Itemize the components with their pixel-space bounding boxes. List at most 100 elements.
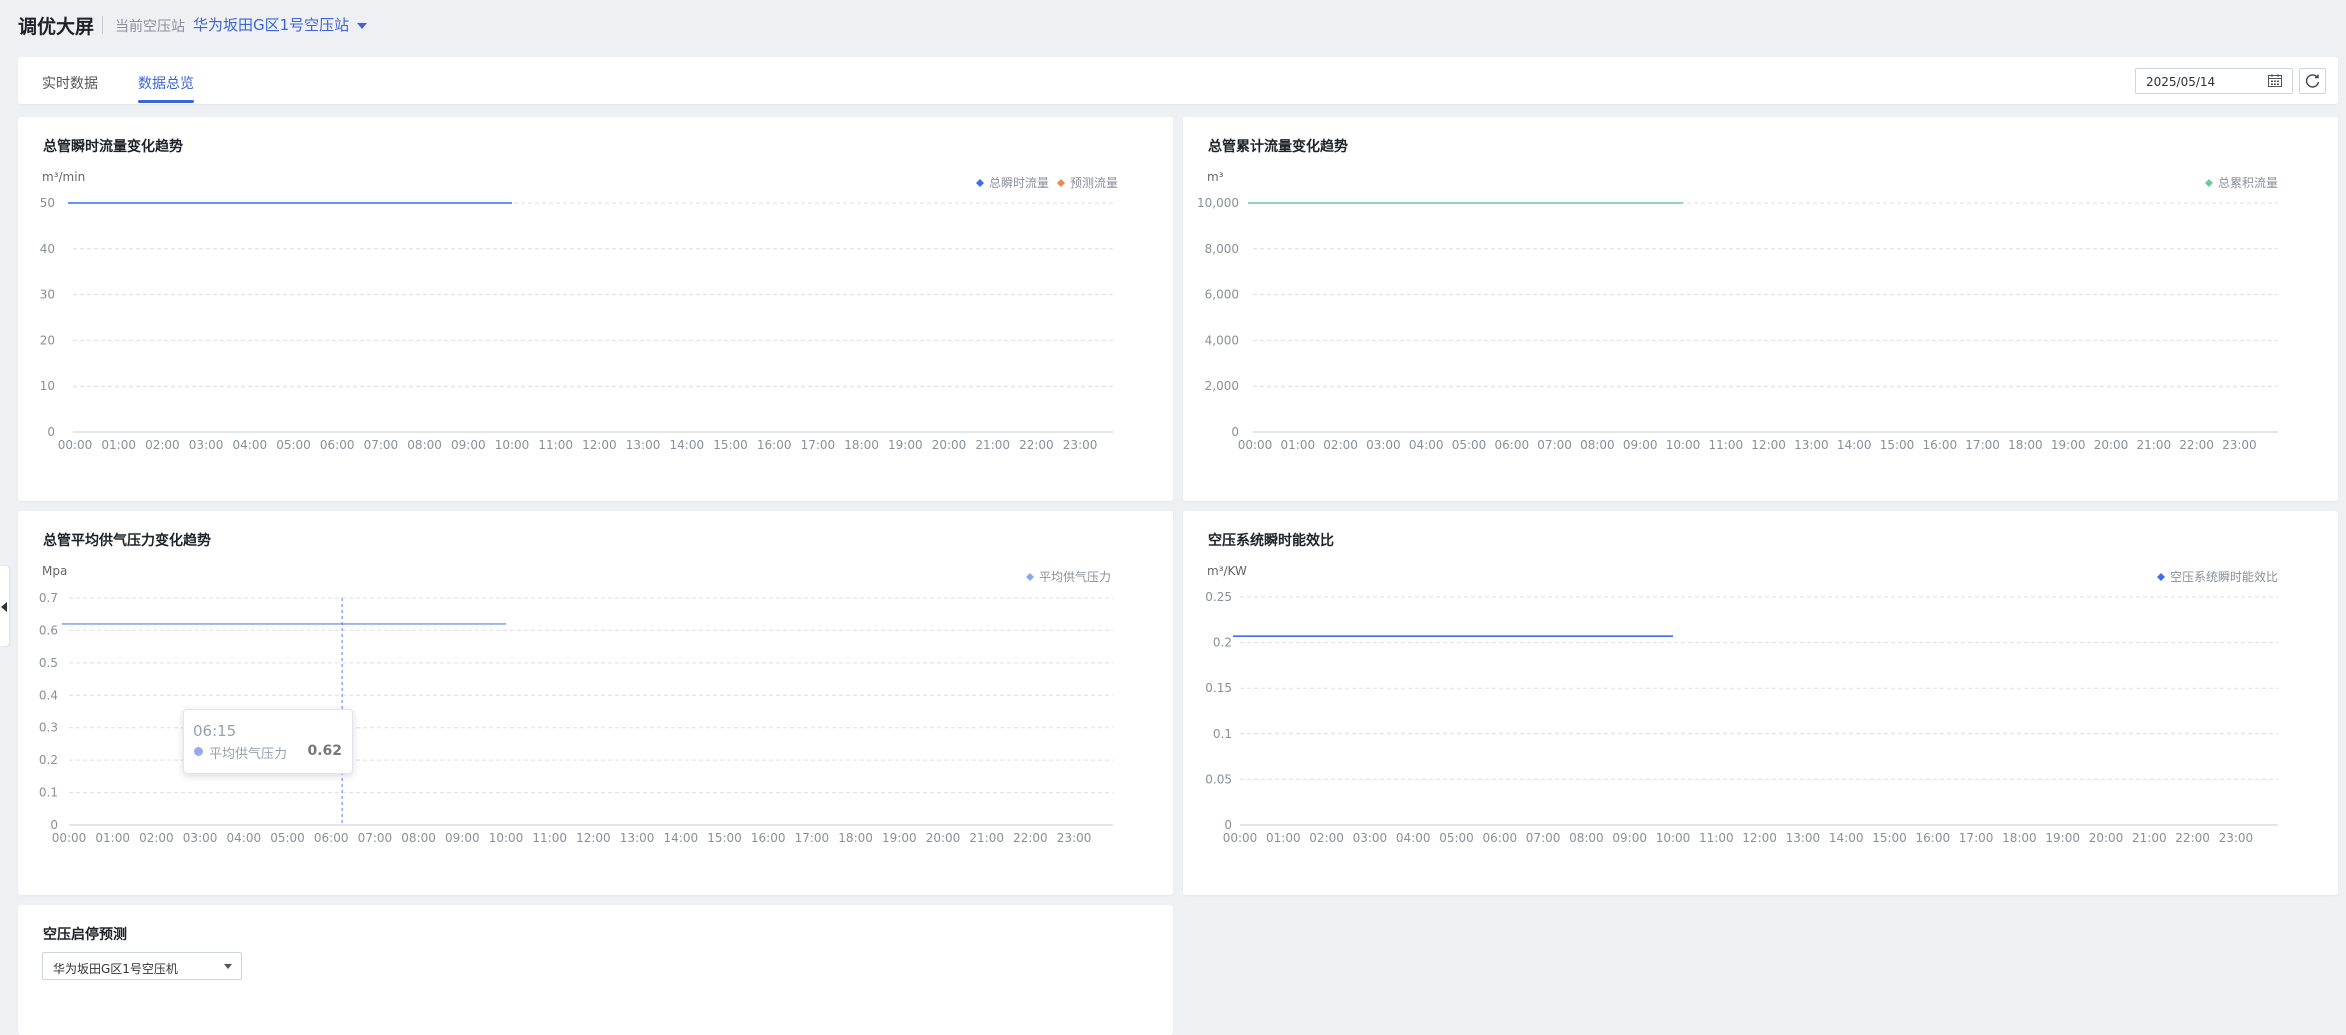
- station-label: 当前空压站: [115, 19, 185, 35]
- x-tick-label: 16:00: [1916, 831, 1951, 845]
- x-tick-label: 13:00: [620, 831, 655, 845]
- y-tick-label: 8,000: [1205, 242, 1239, 256]
- refresh-button[interactable]: [2299, 68, 2326, 94]
- x-tick-label: 05:00: [1452, 438, 1487, 452]
- legend-label: 总瞬时流量: [989, 176, 1049, 190]
- legend-marker-icon: [976, 179, 984, 187]
- y-tick-label: 0.2: [1213, 636, 1232, 650]
- tab-overview[interactable]: 数据总览: [138, 73, 194, 93]
- x-tick-label: 15:00: [713, 438, 748, 452]
- y-tick-label: 0.1: [1213, 727, 1232, 741]
- x-tick-label: 14:00: [670, 438, 705, 452]
- x-tick-label: 10:00: [1666, 438, 1701, 452]
- x-tick-label: 23:00: [2219, 831, 2254, 845]
- active-tab-indicator: [138, 100, 194, 103]
- y-tick-label: 4,000: [1205, 333, 1239, 347]
- y-axis-unit: m³: [1207, 170, 1224, 184]
- x-tick-label: 06:00: [314, 831, 349, 845]
- y-tick-label: 0: [1231, 425, 1239, 439]
- x-tick-label: 02:00: [1309, 831, 1344, 845]
- x-tick-label: 06:00: [1483, 831, 1518, 845]
- x-tick-label: 08:00: [1569, 831, 1604, 845]
- x-tick-label: 19:00: [2051, 438, 2086, 452]
- x-tick-label: 18:00: [2002, 831, 2037, 845]
- chart-card-pressure: 总管平均供气压力变化趋势 Mpa 0 0.1 0.2 0.3 0.4 0.5 0.6 0.7 00…: [18, 511, 1173, 895]
- y-tick-label: 2,000: [1205, 379, 1239, 393]
- y-axis-unit: m³/KW: [1207, 564, 1247, 578]
- x-tick-label: 08:00: [401, 831, 436, 845]
- chart-card-flow: 总管瞬时流量变化趋势 m³/min 0 10 20 30 40 50 00:00 01:00 02…: [18, 117, 1173, 501]
- legend-label: 平均供气压力: [1039, 569, 1111, 584]
- station-select[interactable]: 华为坂田G区1号空压站: [193, 14, 368, 35]
- title-divider: [102, 16, 103, 34]
- y-tick-label: 10,000: [1197, 196, 1239, 210]
- x-tick-label: 22:00: [2175, 831, 2210, 845]
- x-tick-label: 18:00: [844, 438, 879, 452]
- compressor-select-value: 华为坂田G区1号空压机: [53, 962, 178, 976]
- x-tick-label: 05:00: [270, 831, 305, 845]
- chevron-left-icon: [1, 602, 7, 612]
- compressor-select[interactable]: 华为坂田G区1号空压机: [42, 952, 242, 980]
- x-tick-label: 11:00: [538, 438, 573, 452]
- x-tick-label: 15:00: [1872, 831, 1907, 845]
- sidebar-collapse-handle[interactable]: [0, 566, 9, 646]
- x-tick-label: 04:00: [1396, 831, 1431, 845]
- y-tick-label: 0: [1224, 818, 1232, 832]
- x-tick-label: 19:00: [882, 831, 917, 845]
- x-tick-label: 01:00: [1266, 831, 1301, 845]
- y-tick-label: 6,000: [1205, 288, 1239, 302]
- y-tick-label: 0.2: [39, 753, 58, 767]
- x-tick-label: 11:00: [1709, 438, 1744, 452]
- y-tick-label: 50: [40, 196, 55, 210]
- y-tick-label: 0.05: [1205, 772, 1232, 786]
- x-tick-label: 03:00: [1353, 831, 1388, 845]
- x-tick-label: 19:00: [2045, 831, 2080, 845]
- app-title: 调优大屏: [18, 16, 95, 38]
- chart-tooltip: 06:15 平均供气压力 0.62: [183, 709, 353, 774]
- x-tick-label: 01:00: [95, 831, 130, 845]
- legend-marker-icon: [1057, 179, 1065, 187]
- x-tick-label: 06:00: [1495, 438, 1530, 452]
- x-tick-label: 18:00: [2008, 438, 2043, 452]
- tooltip-series-marker: [194, 747, 203, 756]
- legend-marker-icon: [1026, 573, 1034, 581]
- x-tick-label: 07:00: [358, 831, 393, 845]
- refresh-icon: [2305, 74, 2320, 88]
- y-axis-unit: Mpa: [42, 564, 67, 578]
- y-tick-label: 30: [40, 288, 55, 302]
- y-axis-unit: m³/min: [42, 170, 85, 184]
- x-tick-label: 07:00: [1526, 831, 1561, 845]
- station-value: 华为坂田G区1号空压站: [193, 16, 350, 34]
- y-tick-label: 0: [50, 818, 58, 832]
- y-tick-label: 10: [40, 379, 55, 393]
- x-tick-label: 17:00: [1959, 831, 1994, 845]
- x-tick-label: 16:00: [751, 831, 786, 845]
- x-tick-label: 02:00: [1323, 438, 1358, 452]
- calendar-icon[interactable]: [2268, 74, 2282, 87]
- top-bar: 调优大屏 当前空压站 华为坂田G区1号空压站: [0, 0, 2346, 52]
- x-tick-label: 23:00: [1057, 831, 1092, 845]
- efficiency-trend-chart: m³/KW 0 0.05 0.1 0.15 0.2 0.25 00:00 01:00 02:00 0…: [1205, 564, 2278, 845]
- x-tick-label: 08:00: [1580, 438, 1615, 452]
- y-tick-label: 0.6: [39, 623, 58, 637]
- x-tick-label: 05:00: [276, 438, 311, 452]
- x-tick-label: 09:00: [1623, 438, 1658, 452]
- x-tick-label: 10:00: [1656, 831, 1691, 845]
- y-tick-label: 0.7: [39, 591, 58, 605]
- x-tick-label: 02:00: [139, 831, 174, 845]
- x-tick-label: 23:00: [1063, 438, 1098, 452]
- y-tick-label: 0.25: [1205, 590, 1232, 604]
- x-tick-label: 18:00: [838, 831, 873, 845]
- x-tick-label: 03:00: [183, 831, 218, 845]
- x-tick-label: 12:00: [582, 438, 617, 452]
- x-tick-label: 17:00: [795, 831, 830, 845]
- prediction-title: 空压启停预测: [43, 927, 127, 943]
- flow-trend-chart: m³/min 0 10 20 30 40 50 00:00 01:00 02:00 03:00 04:…: [40, 170, 1118, 452]
- x-tick-label: 22:00: [2179, 438, 2214, 452]
- x-tick-label: 09:00: [445, 831, 480, 845]
- x-tick-label: 13:00: [1786, 831, 1821, 845]
- chevron-down-icon: [357, 22, 368, 29]
- x-tick-label: 12:00: [1751, 438, 1786, 452]
- cumulative-trend-chart: m³ 0 2,000 4,000 6,000 8,000 10,000 00:00 01:00 0…: [1197, 170, 2278, 452]
- tab-realtime[interactable]: 实时数据: [42, 73, 98, 93]
